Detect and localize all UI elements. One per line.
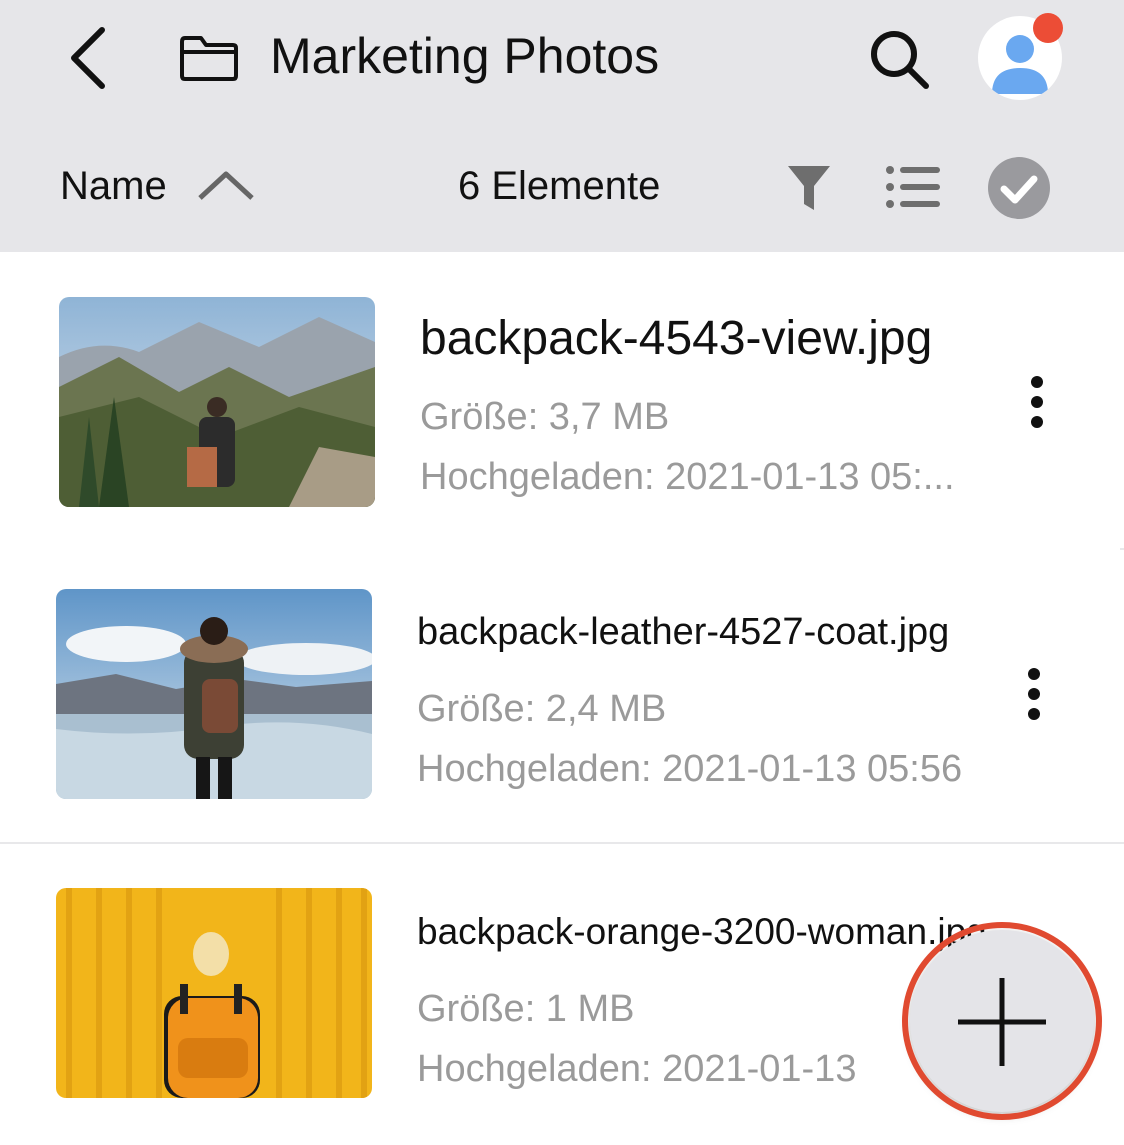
upload-date: Hochgeladen: 2021-01-13 05:56 bbox=[417, 748, 963, 790]
search-button[interactable] bbox=[866, 26, 932, 92]
select-mode-button[interactable] bbox=[988, 157, 1050, 219]
list-item[interactable]: backpack-leather-4527-coat.jpg Größe: 2,… bbox=[0, 548, 1124, 842]
folder-icon bbox=[178, 34, 240, 82]
sort-label[interactable]: Name bbox=[60, 160, 167, 212]
file-name: backpack-leather-4527-coat.jpg bbox=[417, 611, 950, 653]
item-count: 6 Elemente bbox=[458, 164, 661, 208]
filter-icon bbox=[788, 166, 830, 210]
fab-highlight-ring bbox=[902, 922, 1102, 1120]
file-name: backpack-4543-view.jpg bbox=[420, 312, 933, 365]
file-thumbnail[interactable] bbox=[59, 297, 375, 507]
back-button[interactable] bbox=[62, 24, 118, 92]
notification-badge bbox=[1033, 13, 1063, 43]
more-vertical-icon bbox=[1028, 668, 1040, 720]
search-icon bbox=[871, 31, 929, 89]
more-vertical-icon bbox=[1031, 376, 1043, 428]
file-size: Größe: 2,4 MB bbox=[417, 688, 667, 730]
file-thumbnail[interactable] bbox=[56, 589, 372, 799]
more-options-button[interactable] bbox=[1025, 370, 1049, 434]
file-browser-screen: Marketing Photos Name 6 Elemente backpac… bbox=[0, 0, 1124, 1145]
list-item[interactable]: backpack-4543-view.jpg Größe: 3,7 MB Hoc… bbox=[0, 252, 1124, 548]
list-view-icon bbox=[886, 166, 940, 208]
file-size: Größe: 1 MB bbox=[417, 988, 635, 1030]
upload-date: Hochgeladen: 2021-01-13 bbox=[417, 1048, 857, 1090]
more-options-button[interactable] bbox=[1022, 662, 1046, 726]
filter-button[interactable] bbox=[786, 162, 832, 214]
file-size: Größe: 3,7 MB bbox=[420, 396, 670, 438]
sort-direction-button[interactable] bbox=[196, 168, 256, 204]
chevron-left-icon bbox=[71, 27, 105, 89]
file-thumbnail[interactable] bbox=[56, 888, 372, 1098]
list-view-button[interactable] bbox=[884, 162, 942, 212]
app-header: Marketing Photos Name 6 Elemente bbox=[0, 0, 1124, 252]
page-title: Marketing Photos bbox=[270, 28, 660, 84]
chevron-up-icon bbox=[198, 171, 254, 200]
check-circle-icon bbox=[1000, 175, 1038, 204]
upload-date: Hochgeladen: 2021-01-13 05:... bbox=[420, 456, 955, 498]
